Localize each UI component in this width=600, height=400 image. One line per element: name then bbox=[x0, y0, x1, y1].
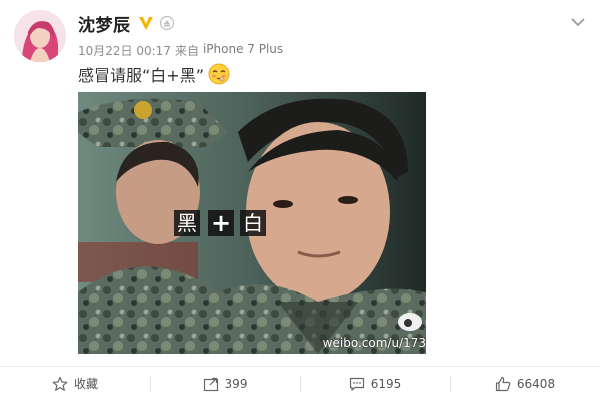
post-body: 感冒请服“白+黑” bbox=[78, 66, 204, 85]
overlay-char-white: 白 bbox=[243, 211, 263, 235]
post-text: 感冒请服“白+黑” bbox=[78, 62, 230, 86]
overlay-char-black: 黑 bbox=[177, 211, 197, 235]
favorite-label: 收藏 bbox=[73, 377, 98, 391]
post-image[interactable]: 黑 + 白 weibo.com/u/173 bbox=[78, 92, 426, 354]
weibo-post: 沈梦辰 10月22日 00:17 来自 iPhone 7 Plus 感冒请服“白… bbox=[0, 0, 600, 400]
overlay-plus: + bbox=[211, 209, 231, 237]
post-meta: 10月22日 00:17 来自 iPhone 7 Plus bbox=[78, 42, 283, 59]
favorite-button[interactable]: 收藏 bbox=[0, 367, 150, 400]
post-photo: 黑 + 白 bbox=[78, 92, 426, 354]
medal-icon bbox=[159, 15, 174, 31]
repost-count: 399 bbox=[224, 376, 248, 391]
vip-badge-icon bbox=[138, 17, 153, 30]
post-device: iPhone 7 Plus bbox=[202, 42, 284, 56]
thumbs-up-icon bbox=[495, 376, 511, 391]
like-count: 66408 bbox=[516, 376, 556, 391]
shy-emoji-icon bbox=[208, 63, 230, 85]
image-watermark: weibo.com/u/173 bbox=[322, 336, 426, 350]
comment-icon bbox=[349, 377, 364, 391]
comment-button[interactable]: 6195 bbox=[300, 367, 450, 400]
star-icon bbox=[52, 376, 68, 391]
chevron-down-icon[interactable] bbox=[570, 16, 586, 28]
post-date[interactable]: 10月22日 00:17 bbox=[78, 42, 171, 59]
author-name[interactable]: 沈梦辰 bbox=[78, 11, 131, 36]
repost-button[interactable]: 399 bbox=[150, 367, 300, 400]
like-button[interactable]: 66408 bbox=[450, 367, 600, 400]
author-row: 沈梦辰 bbox=[78, 10, 175, 36]
avatar[interactable] bbox=[14, 10, 66, 62]
repost-icon bbox=[203, 377, 218, 391]
source-prefix: 来自 bbox=[174, 44, 199, 58]
action-bar: 收藏 399 6195 66408 bbox=[0, 366, 600, 400]
comment-count: 6195 bbox=[370, 376, 402, 391]
weibo-logo-icon bbox=[398, 313, 422, 331]
